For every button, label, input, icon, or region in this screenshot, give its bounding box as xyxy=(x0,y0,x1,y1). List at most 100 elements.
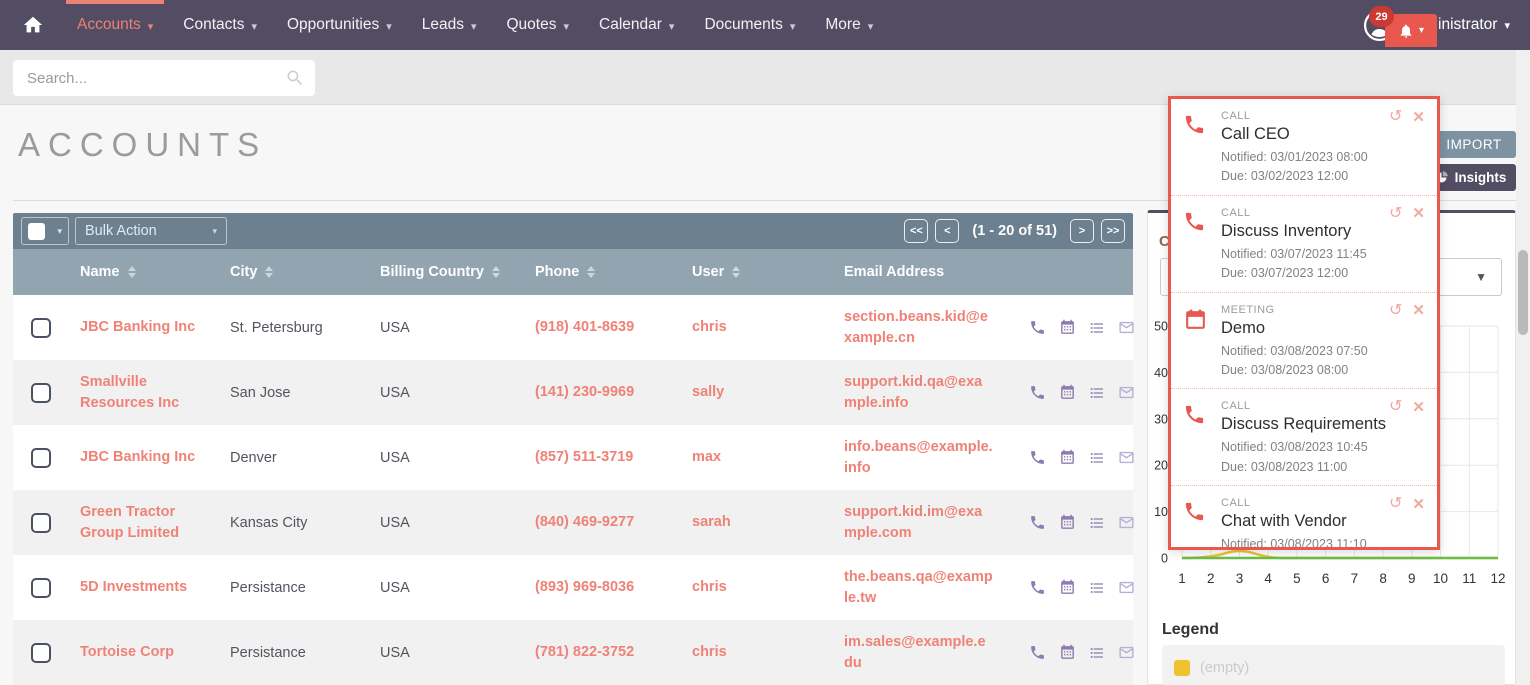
phone-link[interactable]: (781) 822-3752 xyxy=(535,644,634,660)
table-row[interactable]: 5D Investments Persistance USA (893) 969… xyxy=(13,555,1133,620)
nav-item-opportunities[interactable]: Opportunities ▾ xyxy=(272,0,407,50)
prev-page-button[interactable]: < xyxy=(935,219,959,243)
user-link[interactable]: chris xyxy=(692,644,727,660)
calendar-action-icon[interactable] xyxy=(1059,579,1076,596)
column-header-name[interactable]: Name xyxy=(68,264,218,280)
phone-action-icon[interactable] xyxy=(1029,319,1046,336)
phone-link[interactable]: (141) 230-9969 xyxy=(535,384,634,400)
history-icon[interactable]: ↺ xyxy=(1389,399,1402,415)
last-page-button[interactable]: >> xyxy=(1101,219,1125,243)
row-checkbox[interactable] xyxy=(31,578,51,598)
scrollbar-thumb[interactable] xyxy=(1518,250,1528,335)
history-icon[interactable]: ↺ xyxy=(1389,303,1402,319)
email-action-icon[interactable] xyxy=(1118,514,1135,531)
search-input[interactable] xyxy=(25,69,285,88)
phone-action-icon[interactable] xyxy=(1029,384,1046,401)
user-link[interactable]: max xyxy=(692,449,721,465)
column-header-user[interactable]: User xyxy=(680,264,832,280)
phone-link[interactable]: (893) 969-8036 xyxy=(535,579,634,595)
column-header-phone[interactable]: Phone xyxy=(523,264,680,280)
calendar-action-icon[interactable] xyxy=(1059,514,1076,531)
nav-item-accounts[interactable]: Accounts ▾ xyxy=(62,0,168,50)
phone-link[interactable]: (918) 401-8639 xyxy=(535,319,634,335)
nav-item-leads[interactable]: Leads ▾ xyxy=(407,0,492,50)
account-name-link[interactable]: Tortoise Corp xyxy=(80,642,174,662)
account-name-link[interactable]: 5D Investments xyxy=(80,577,187,597)
email-action-icon[interactable] xyxy=(1118,384,1135,401)
calendar-action-icon[interactable] xyxy=(1059,644,1076,661)
phone-action-icon[interactable] xyxy=(1029,644,1046,661)
list-action-icon[interactable] xyxy=(1089,320,1105,336)
nav-item-more[interactable]: More ▾ xyxy=(810,0,888,50)
calendar-action-icon[interactable] xyxy=(1059,319,1076,336)
phone-action-icon[interactable] xyxy=(1029,449,1046,466)
calendar-action-icon[interactable] xyxy=(1059,449,1076,466)
email-action-icon[interactable] xyxy=(1118,579,1135,596)
column-header-email-address[interactable]: Email Address xyxy=(832,264,1017,280)
phone-action-icon[interactable] xyxy=(1029,579,1046,596)
select-all-dropdown[interactable]: ▾ xyxy=(21,217,69,245)
user-link[interactable]: chris xyxy=(692,319,727,335)
nav-item-documents[interactable]: Documents ▾ xyxy=(689,0,810,50)
email-link[interactable]: im.sales@example.edu xyxy=(844,632,994,673)
table-row[interactable]: JBC Banking Inc St. Petersburg USA (918)… xyxy=(13,295,1133,360)
list-action-icon[interactable] xyxy=(1089,580,1105,596)
notification-title[interactable]: Discuss Inventory xyxy=(1221,222,1367,241)
account-name-link[interactable]: JBC Banking Inc xyxy=(80,317,195,337)
user-link[interactable]: sarah xyxy=(692,514,731,530)
email-action-icon[interactable] xyxy=(1118,449,1135,466)
history-icon[interactable]: ↺ xyxy=(1389,109,1402,125)
notification-title[interactable]: Discuss Requirements xyxy=(1221,415,1386,434)
notification-title[interactable]: Demo xyxy=(1221,319,1368,338)
close-icon[interactable]: ✕ xyxy=(1412,110,1425,125)
notification-item[interactable]: CALL Discuss Requirements Notified: 03/0… xyxy=(1171,389,1437,486)
close-icon[interactable]: ✕ xyxy=(1412,400,1425,415)
notification-item[interactable]: CALL Discuss Inventory Notified: 03/07/2… xyxy=(1171,196,1437,293)
account-name-link[interactable]: Green Tractor Group Limited xyxy=(80,502,218,543)
column-header-billing-country[interactable]: Billing Country xyxy=(368,264,523,280)
phone-link[interactable]: (857) 511-3719 xyxy=(535,449,633,465)
list-action-icon[interactable] xyxy=(1089,450,1105,466)
email-link[interactable]: info.beans@example.info xyxy=(844,437,994,478)
next-page-button[interactable]: > xyxy=(1070,219,1094,243)
email-link[interactable]: section.beans.kid@example.cn xyxy=(844,307,994,348)
email-action-icon[interactable] xyxy=(1118,644,1135,661)
nav-item-calendar[interactable]: Calendar ▾ xyxy=(584,0,689,50)
legend-item[interactable]: (empty) xyxy=(1174,653,1493,683)
table-row[interactable]: JBC Banking Inc Denver USA (857) 511-371… xyxy=(13,425,1133,490)
email-link[interactable]: support.kid.qa@example.info xyxy=(844,372,994,413)
close-icon[interactable]: ✕ xyxy=(1412,303,1425,318)
close-icon[interactable]: ✕ xyxy=(1412,497,1425,512)
notification-title[interactable]: Chat with Vendor xyxy=(1221,512,1367,531)
import-button[interactable]: IMPORT xyxy=(1432,131,1516,158)
email-link[interactable]: the.beans.qa@example.tw xyxy=(844,567,994,608)
notification-item[interactable]: MEETING Demo Notified: 03/08/2023 07:50 … xyxy=(1171,293,1437,390)
notification-item[interactable]: CALL Call CEO Notified: 03/01/2023 08:00… xyxy=(1171,99,1437,196)
select-all-checkbox[interactable] xyxy=(28,223,45,240)
user-link[interactable]: sally xyxy=(692,384,724,400)
email-link[interactable]: support.kid.im@example.com xyxy=(844,502,994,543)
row-checkbox[interactable] xyxy=(31,513,51,533)
history-icon[interactable]: ↺ xyxy=(1389,496,1402,512)
nav-item-contacts[interactable]: Contacts ▾ xyxy=(168,0,272,50)
history-icon[interactable]: ↺ xyxy=(1389,206,1402,222)
row-checkbox[interactable] xyxy=(31,643,51,663)
table-row[interactable]: Smallville Resources Inc San Jose USA (1… xyxy=(13,360,1133,425)
phone-action-icon[interactable] xyxy=(1029,514,1046,531)
account-name-link[interactable]: Smallville Resources Inc xyxy=(80,372,218,413)
row-checkbox[interactable] xyxy=(31,448,51,468)
notification-title[interactable]: Call CEO xyxy=(1221,125,1368,144)
phone-link[interactable]: (840) 469-9277 xyxy=(535,514,634,530)
bulk-action-dropdown[interactable]: Bulk Action ▾ xyxy=(75,217,227,245)
nav-item-quotes[interactable]: Quotes ▾ xyxy=(492,0,585,50)
account-name-link[interactable]: JBC Banking Inc xyxy=(80,447,195,467)
table-row[interactable]: Tortoise Corp Persistance USA (781) 822-… xyxy=(13,620,1133,685)
list-action-icon[interactable] xyxy=(1089,645,1105,661)
email-action-icon[interactable] xyxy=(1118,319,1135,336)
column-header-city[interactable]: City xyxy=(218,264,368,280)
notification-item[interactable]: CALL Chat with Vendor Notified: 03/08/20… xyxy=(1171,486,1437,550)
close-icon[interactable]: ✕ xyxy=(1412,206,1425,221)
home-button[interactable] xyxy=(0,0,62,50)
list-action-icon[interactable] xyxy=(1089,515,1105,531)
calendar-action-icon[interactable] xyxy=(1059,384,1076,401)
